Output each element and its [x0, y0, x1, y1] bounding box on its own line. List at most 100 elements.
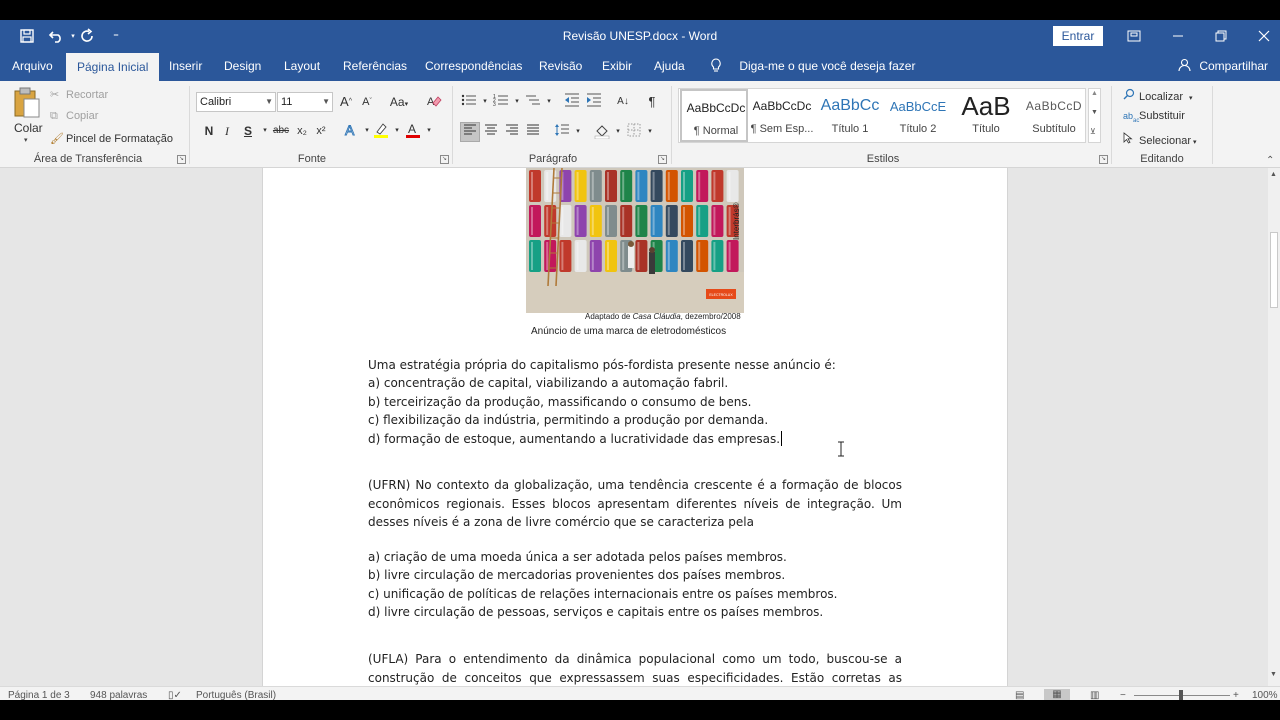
- chevron-up-icon[interactable]: ▲: [1091, 90, 1098, 97]
- format-painter-button[interactable]: 🖌 Pincel de Formatação: [50, 132, 173, 145]
- select-button[interactable]: Selecionar ▾: [1123, 132, 1197, 147]
- scroll-up-icon[interactable]: ▲: [1270, 171, 1277, 178]
- scrollbar-thumb[interactable]: [1270, 232, 1278, 308]
- show-formatting-marks-icon[interactable]: ¶: [643, 93, 661, 111]
- appliance-highlight: [531, 207, 533, 235]
- appliance-highlight: [713, 172, 716, 200]
- replace-button[interactable]: abacSubstituir: [1123, 110, 1185, 124]
- appliance-shape: [529, 170, 541, 202]
- appliance-shape: [650, 170, 663, 202]
- tab-ajuda[interactable]: Ajuda: [652, 52, 687, 81]
- sign-in-button[interactable]: Entrar: [1053, 26, 1103, 46]
- vertical-scrollbar[interactable]: ▲ ▼: [1268, 168, 1280, 686]
- justify-icon[interactable]: [524, 123, 542, 141]
- appliance-shape: [635, 240, 648, 272]
- zoom-slider-thumb[interactable]: [1179, 690, 1183, 700]
- image-caption: Anúncio de uma marca de eletrodomésticos: [531, 326, 727, 337]
- copy-icon: ⧉: [50, 110, 58, 122]
- tell-me-box[interactable]: Diga-me o que você deseja fazer: [710, 52, 915, 81]
- more-styles-icon[interactable]: ⊻: [1090, 127, 1096, 136]
- collapse-ribbon-icon[interactable]: ⌃: [1266, 155, 1274, 166]
- appliance-highlight: [713, 207, 716, 235]
- font-size-select[interactable]: 11 ▼: [277, 92, 333, 112]
- tab-referencias[interactable]: Referências: [341, 52, 409, 81]
- styles-scroll[interactable]: ▲ ▼ ⊻: [1088, 88, 1101, 143]
- style-subtitle[interactable]: AaBbCcD Subtítulo: [1020, 89, 1088, 142]
- restore-icon[interactable]: [1206, 24, 1236, 48]
- clipboard-launcher-icon[interactable]: ↘: [177, 155, 186, 164]
- question-1-stem: Uma estratégia própria do capitalismo pó…: [368, 358, 836, 372]
- ribbon-display-options-icon[interactable]: [1119, 24, 1149, 48]
- style-title[interactable]: AaB Título: [952, 89, 1020, 142]
- tab-design[interactable]: Design: [222, 52, 263, 81]
- multilevel-dropdown-icon[interactable]: ▾: [540, 93, 558, 111]
- decrease-indent-icon[interactable]: [563, 93, 581, 111]
- font-launcher-icon[interactable]: ↘: [440, 155, 449, 164]
- question-1-option-d: d) formação de estoque, aumentando a luc…: [368, 431, 783, 446]
- document-page[interactable]: ELECTROLUX Interbrás® Adaptado de Casa C…: [262, 168, 1008, 686]
- chevron-down-icon[interactable]: ▼: [1091, 109, 1098, 116]
- align-right-icon[interactable]: [503, 123, 521, 141]
- appliance-highlight: [576, 207, 579, 235]
- styles-launcher-icon[interactable]: ↘: [1099, 155, 1108, 164]
- appliance-shape: [665, 170, 678, 202]
- align-left-icon[interactable]: [460, 122, 480, 142]
- grow-font-icon[interactable]: A^: [337, 93, 355, 111]
- paragraph-launcher-icon[interactable]: ↘: [658, 155, 667, 164]
- line-spacing-dropdown-icon[interactable]: ▾: [569, 123, 587, 141]
- style-sample: AaBbCcDc: [686, 101, 746, 115]
- bold-button[interactable]: N: [200, 122, 218, 140]
- strikethrough-button[interactable]: abc: [270, 122, 292, 140]
- appliance-highlight: [713, 242, 716, 270]
- paste-label[interactable]: Colar: [14, 121, 43, 135]
- tab-inserir[interactable]: Inserir: [167, 52, 204, 81]
- style-heading-2[interactable]: AaBbCcE Título 2: [884, 89, 952, 142]
- appliance-shape: [635, 170, 648, 202]
- minimize-icon[interactable]: [1163, 24, 1193, 48]
- appliance-highlight: [698, 207, 701, 235]
- credit-suffix: , dezembro/2008: [680, 312, 741, 321]
- tab-layout[interactable]: Layout: [282, 52, 322, 81]
- font-color-dropdown-icon[interactable]: ▾: [420, 122, 438, 140]
- replace-label: Substituir: [1139, 110, 1185, 122]
- chevron-down-icon: ▾: [1189, 95, 1193, 102]
- appliance-highlight: [591, 172, 594, 200]
- style-normal[interactable]: AaBbCcDc ¶ Normal: [680, 89, 748, 142]
- title-bar: ▾ ⁼ Revisão UNESP.docx - Word Entrar: [0, 20, 1280, 52]
- tab-exibir[interactable]: Exibir: [600, 52, 634, 81]
- increase-indent-icon[interactable]: [585, 93, 603, 111]
- paintbrush-icon: 🖌: [50, 133, 64, 145]
- tab-revisao[interactable]: Revisão: [537, 52, 584, 81]
- style-no-spacing[interactable]: AaBbCcDc ¶ Sem Esp...: [748, 89, 816, 142]
- tab-correspondencias[interactable]: Correspondências: [423, 52, 524, 81]
- find-button[interactable]: Localizar ▾: [1123, 88, 1193, 103]
- close-icon[interactable]: [1249, 24, 1279, 48]
- tab-arquivo[interactable]: Arquivo: [10, 52, 55, 81]
- font-name-select[interactable]: Calibri ▼: [196, 92, 276, 112]
- borders-dropdown-icon[interactable]: ▾: [641, 123, 659, 141]
- sort-icon[interactable]: A↓: [614, 93, 632, 111]
- shrink-font-icon[interactable]: Aˇ: [358, 93, 376, 111]
- paste-icon[interactable]: [12, 87, 44, 119]
- appliance-highlight: [667, 242, 670, 270]
- appliance-highlight: [728, 242, 731, 270]
- appliance-shape: [711, 240, 724, 272]
- clear-formatting-icon[interactable]: A: [425, 93, 443, 111]
- paste-dropdown-icon[interactable]: ▾: [24, 136, 28, 144]
- chevron-down-icon: ▼: [322, 97, 330, 106]
- superscript-button[interactable]: x²: [312, 122, 330, 140]
- appliance-shape: [605, 170, 617, 202]
- scroll-down-icon[interactable]: ▼: [1270, 671, 1277, 678]
- align-center-icon[interactable]: [482, 123, 500, 141]
- cut-button[interactable]: ✂ Recortar: [50, 88, 108, 101]
- italic-button[interactable]: I: [218, 122, 236, 140]
- share-button[interactable]: Compartilhar: [1178, 52, 1268, 81]
- style-heading-1[interactable]: AaBbCc Título 1: [816, 89, 884, 142]
- tab-pagina-inicial[interactable]: Página Inicial: [66, 53, 160, 81]
- copy-button[interactable]: ⧉ Copiar: [50, 110, 98, 123]
- share-label: Compartilhar: [1199, 59, 1269, 73]
- change-case-icon[interactable]: Aa▾: [386, 93, 412, 111]
- underline-button[interactable]: S: [239, 122, 257, 140]
- appliance-highlight: [546, 172, 549, 200]
- subscript-button[interactable]: x₂: [293, 122, 311, 140]
